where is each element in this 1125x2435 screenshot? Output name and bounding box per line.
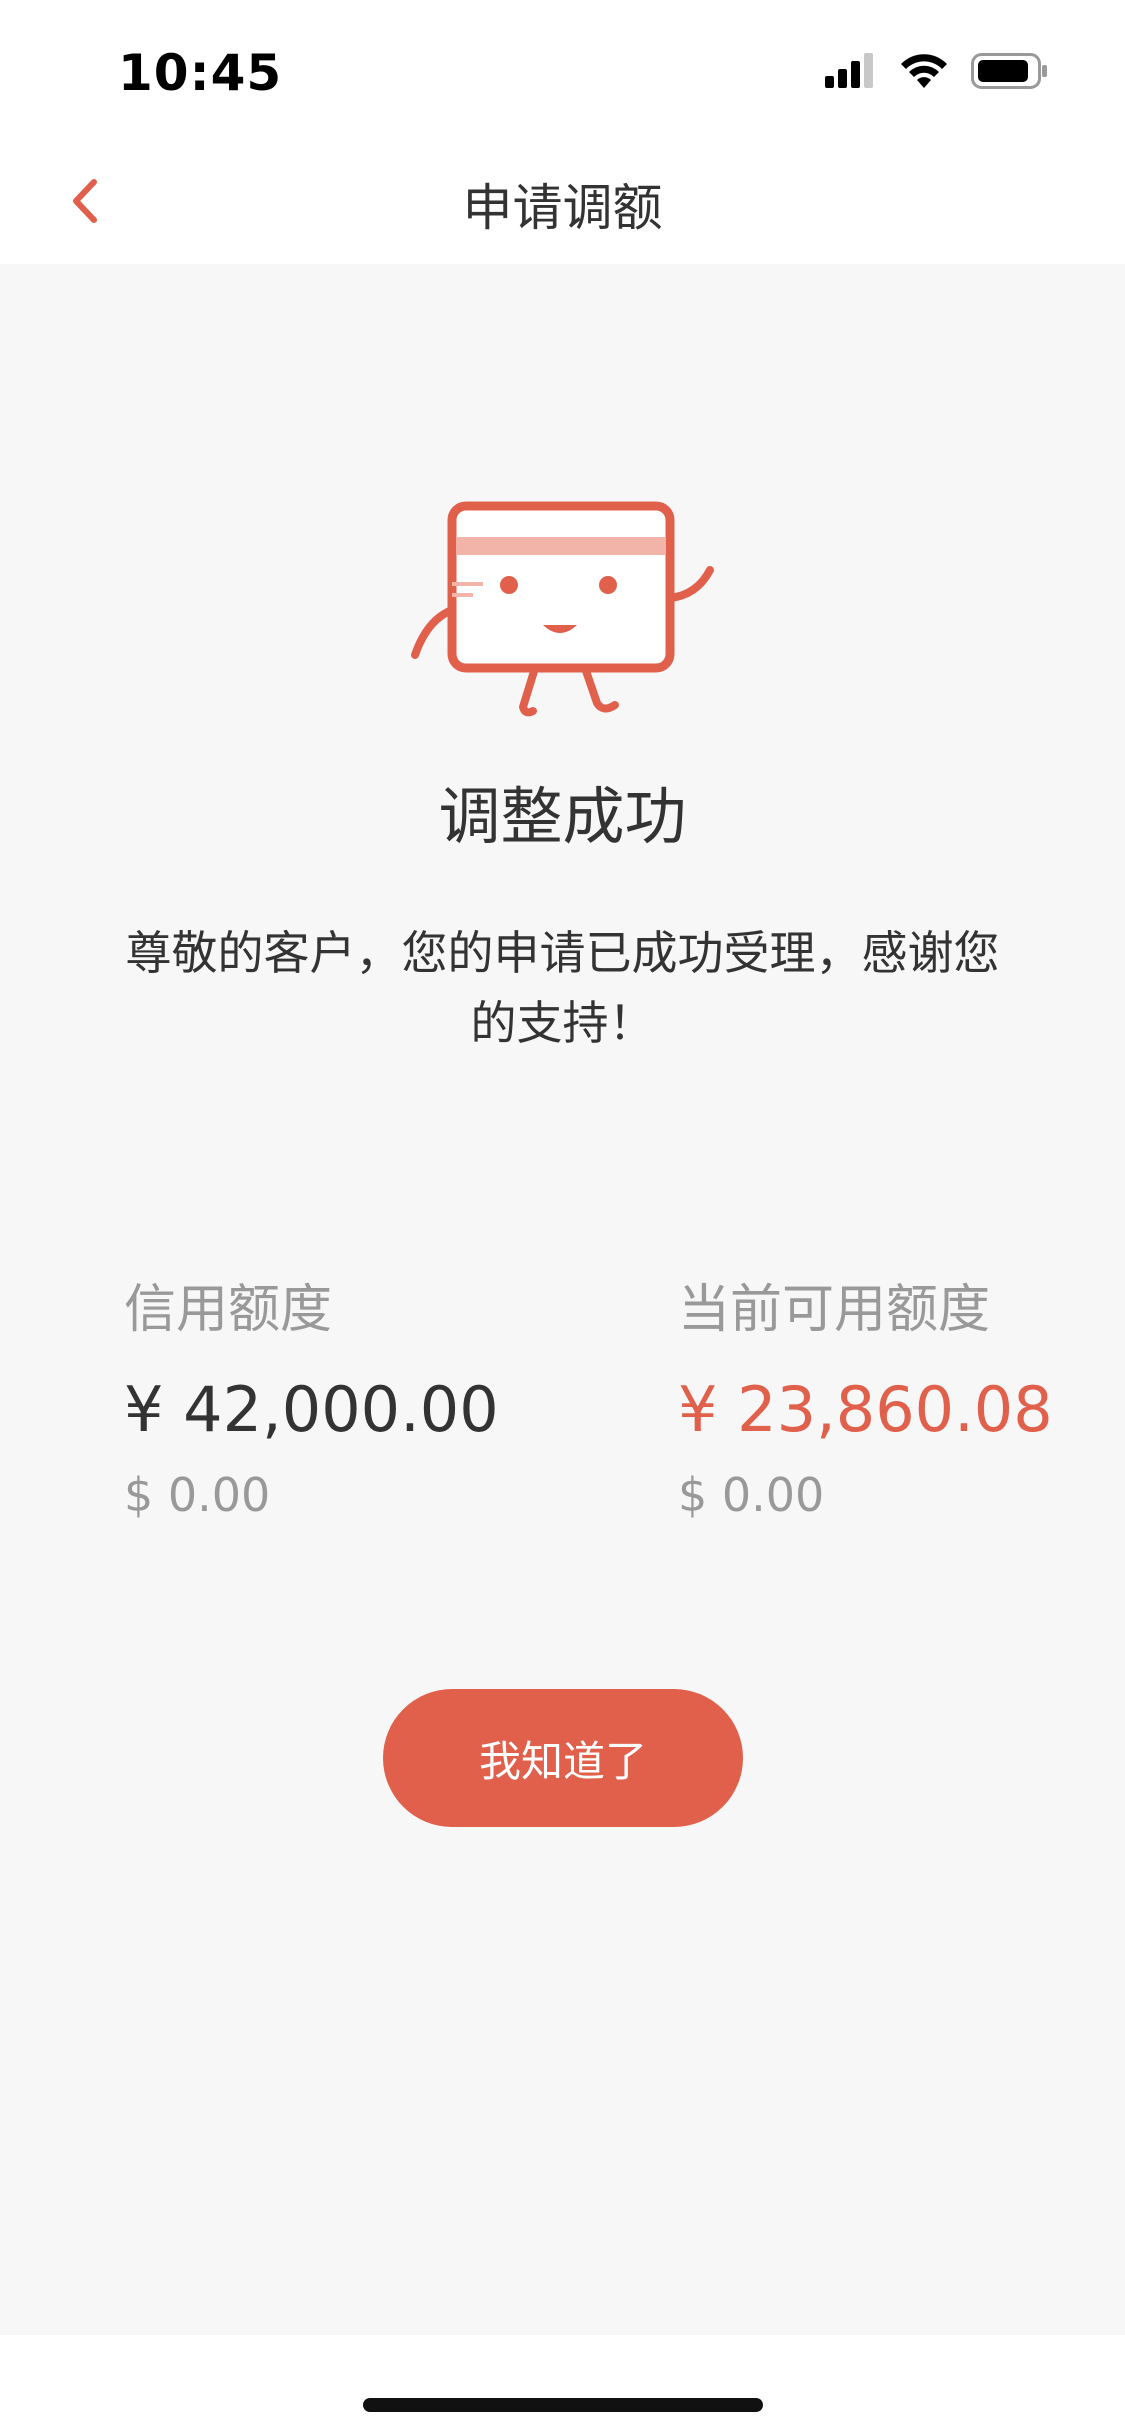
card-mascot-icon: [405, 495, 725, 725]
bottom-safe-area: [0, 2335, 1125, 2435]
credit-limit-usd: $ 0.00: [124, 1468, 271, 1522]
result-description: 尊敬的客户，您的申请已成功受理，感谢您的支持！: [125, 926, 1000, 1050]
available-limit-label: 当前可用额度: [678, 1280, 991, 1340]
page-title: 申请调额: [462, 179, 663, 237]
wifi-icon: [899, 52, 949, 94]
nav-bar: 申请调额: [0, 140, 1125, 264]
available-limit-usd: $ 0.00: [678, 1468, 825, 1522]
confirm-button[interactable]: 我知道了: [383, 1689, 743, 1827]
status-bar: 10:45: [0, 0, 1125, 140]
status-icons: [825, 52, 1049, 94]
status-time: 10:45: [118, 44, 283, 102]
credit-limit-block: 信用额度 ¥ 42,000.00 $ 0.00: [124, 1275, 499, 1525]
home-indicator[interactable]: [363, 2398, 763, 2412]
credit-limit-cny: ¥ 42,000.00: [124, 1373, 499, 1446]
available-limit-block: 当前可用额度 ¥ 23,860.08 $ 0.00: [678, 1275, 1053, 1525]
credit-limit-label: 信用额度: [124, 1280, 333, 1340]
signal-icon: [825, 52, 877, 94]
available-limit-cny: ¥ 23,860.08: [678, 1373, 1053, 1446]
result-title: 调整成功: [438, 780, 687, 853]
battery-icon: [971, 52, 1049, 94]
